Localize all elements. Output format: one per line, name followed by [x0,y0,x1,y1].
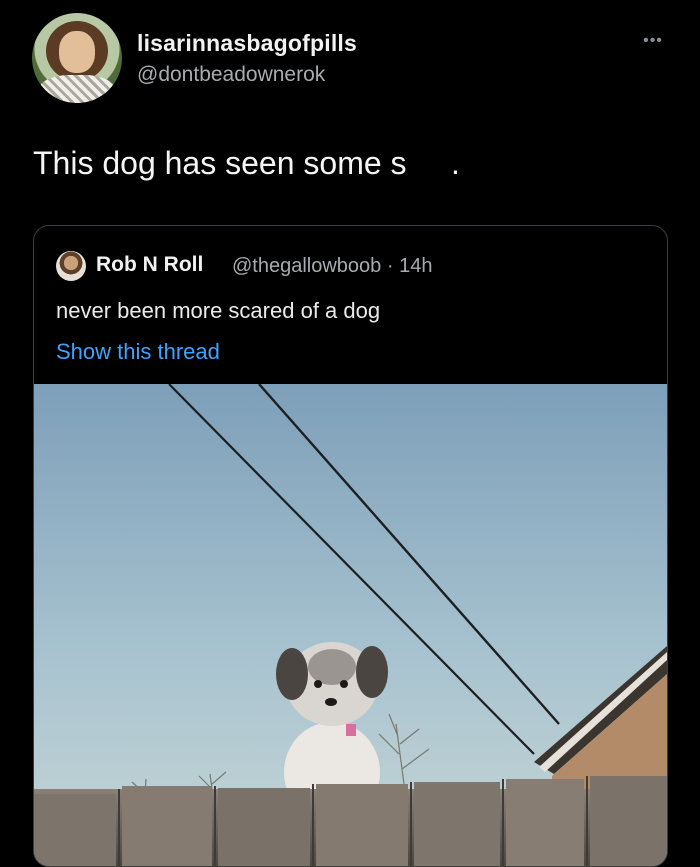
quoted-tweet-text: never been more scared of a dog [56,298,381,323]
avatar-shoulders [38,75,116,103]
quoted-author-avatar[interactable] [56,251,86,281]
avatar-face [59,31,95,73]
quoted-author-name[interactable]: Rob N Roll [96,253,203,277]
tweet: lisarinnasbagofpills @dontbeadownerok ••… [0,0,700,867]
wooden-fence [34,776,667,866]
quoted-author-handle-time[interactable]: @thegallowboob · 14h [232,255,432,278]
more-horizontal-icon[interactable]: ••• [640,33,666,49]
dog-photo[interactable] [34,384,667,866]
quoted-tweet-card[interactable]: Rob N Roll @thegallowboob · 14h never be… [33,225,668,867]
author-display-name[interactable]: lisarinnasbagofpills [137,30,357,57]
author-handle[interactable]: @dontbeadownerok [137,63,325,87]
author-avatar[interactable] [32,13,122,103]
tweet-text: This dog has seen some s . [33,145,460,181]
show-thread-link[interactable]: Show this thread [56,339,220,365]
